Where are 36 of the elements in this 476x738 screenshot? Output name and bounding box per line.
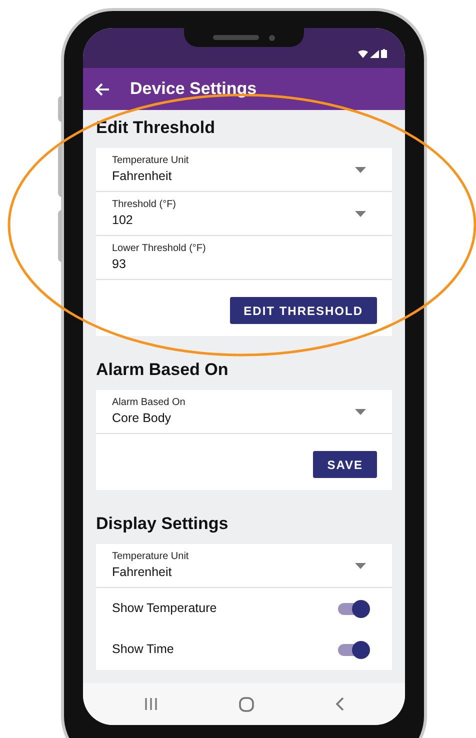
dropdown-field[interactable]: Temperature Unit Fahrenheit (96, 544, 392, 588)
toggle-switch[interactable] (338, 602, 368, 614)
dropdown-field[interactable]: Alarm Based On Core Body (96, 390, 392, 434)
field-value: Fahrenheit (112, 168, 173, 185)
dropdown-arrow-icon (355, 166, 366, 172)
dropdown-arrow-icon (355, 562, 366, 568)
field-value: Core Body (112, 410, 172, 427)
screen-title: Device Settings (130, 78, 257, 100)
field-label: Temperature Unit (112, 154, 189, 167)
field-value: Fahrenheit (112, 564, 173, 581)
toggle-label: Show Temperature (112, 600, 217, 618)
dropdown-field[interactable]: Threshold (°F) 102 (96, 192, 392, 236)
action-button[interactable]: EDIT THRESHOLD (230, 297, 377, 324)
dropdown-field[interactable]: Temperature Unit Fahrenheit (96, 148, 392, 192)
home-icon[interactable] (238, 696, 254, 712)
battery-icon (381, 49, 387, 58)
section-title: Display Settings (96, 514, 230, 534)
field-value: 102 (112, 212, 134, 229)
field-label: Lower Threshold (°F) (112, 242, 206, 255)
toggle-switch[interactable] (338, 644, 368, 656)
back-arrow-icon[interactable] (95, 82, 110, 96)
action-button[interactable]: SAVE (313, 451, 377, 478)
toggle-label: Show Time (112, 641, 174, 658)
field-label: Alarm Based On (112, 396, 186, 409)
dropdown-arrow-icon (355, 210, 366, 216)
field-label: Temperature Unit (112, 550, 189, 563)
recent-apps-icon[interactable] (144, 698, 158, 710)
input-field[interactable]: Lower Threshold (°F) 93 (96, 236, 392, 280)
section-title: Alarm Based On (96, 360, 230, 380)
back-icon[interactable] (335, 697, 344, 711)
field-value: 93 (112, 256, 127, 273)
field-label: Threshold (°F) (112, 198, 176, 211)
section-title: Edit Threshold (96, 118, 216, 138)
wifi-icon (358, 50, 368, 58)
dropdown-arrow-icon (355, 408, 366, 414)
signal-icon (370, 50, 379, 58)
